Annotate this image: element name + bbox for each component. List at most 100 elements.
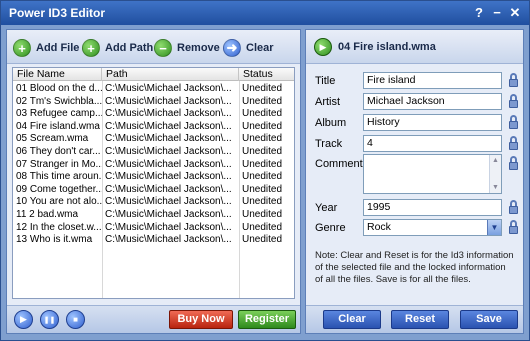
- file-name-cell: 05 Scream.wma: [16, 133, 89, 145]
- table-row[interactable]: 04 Fire island.wma C:\Music\Michael Jacks…: [13, 121, 294, 133]
- table-row[interactable]: 11 2 bad.wma C:\Music\Michael Jackson\...…: [13, 209, 294, 221]
- stop-button[interactable]: ■: [66, 310, 85, 329]
- help-button[interactable]: ?: [471, 4, 487, 21]
- table-row[interactable]: 10 You are not alo... C:\Music\Michael Ja…: [13, 196, 294, 208]
- buy-now-button[interactable]: Buy Now: [169, 310, 233, 329]
- arrow-right-circle-icon: ➜: [223, 39, 241, 57]
- file-name-cell: 12 In the closet.w...: [16, 221, 102, 233]
- lock-icon[interactable]: [509, 220, 518, 234]
- year-label: Year: [315, 202, 338, 214]
- reset-button[interactable]: Reset: [391, 310, 449, 329]
- path-cell: C:\Music\Michael Jackson\...: [105, 196, 232, 208]
- status-cell: Unedited: [242, 146, 283, 157]
- path-cell: C:\Music\Michael Jackson\...: [105, 234, 232, 246]
- comments-scrollbar[interactable]: ▲ ▼: [489, 155, 501, 193]
- register-button[interactable]: Register: [238, 310, 296, 329]
- file-table[interactable]: File Name Path Status 01 Blood on the d.…: [12, 67, 295, 299]
- status-cell: Unedited: [242, 120, 283, 132]
- editor-header: ▶ 04 Fire island.wma: [306, 30, 523, 64]
- file-name-cell: 08 This time aroun...: [16, 171, 102, 183]
- add-path-button[interactable]: + Add Path: [82, 38, 153, 58]
- status-cell: Unedited: [242, 95, 283, 107]
- chevron-down-icon[interactable]: ▼: [487, 220, 501, 235]
- title-bar[interactable]: Power ID3 Editor ? − ✕: [1, 1, 529, 25]
- path-cell: C:\Music\Michael Jackson\...: [105, 146, 232, 157]
- comments-field[interactable]: ▲ ▼: [363, 154, 502, 194]
- scroll-up-icon[interactable]: ▲: [490, 155, 501, 166]
- table-row[interactable]: 12 In the closet.w... C:\Music\Michael Ja…: [13, 222, 294, 234]
- file-name-cell: 10 You are not alo...: [16, 196, 102, 208]
- status-cell: Unedited: [242, 234, 283, 246]
- clear-tag-button[interactable]: Clear: [323, 310, 381, 329]
- save-button[interactable]: Save: [460, 310, 518, 329]
- album-field[interactable]: History: [363, 114, 502, 131]
- table-row[interactable]: 08 This time aroun... C:\Music\Michael Ja…: [13, 171, 294, 183]
- lock-icon[interactable]: [509, 136, 518, 150]
- status-cell: Unedited: [242, 221, 283, 233]
- scroll-down-icon[interactable]: ▼: [490, 182, 501, 193]
- play-button[interactable]: ▶: [14, 310, 33, 329]
- lock-icon[interactable]: [509, 73, 518, 87]
- remove-button[interactable]: − Remove: [154, 38, 220, 58]
- path-cell: C:\Music\Michael Jackson\...: [105, 108, 232, 120]
- close-button[interactable]: ✕: [507, 4, 523, 21]
- status-cell: Unedited: [242, 108, 283, 120]
- comments-label: Comments: [315, 158, 369, 170]
- status-cell: Unedited: [242, 133, 283, 145]
- title-field[interactable]: Fire island: [363, 72, 502, 89]
- add-path-label: Add Path: [105, 42, 154, 54]
- file-name-cell: 02 Tm's Swichbla...: [16, 95, 102, 107]
- minimize-button[interactable]: −: [489, 4, 505, 21]
- note-text: Note: Clear and Reset is for the Id3 inf…: [315, 250, 514, 285]
- file-name-cell: 03 Refugee camp...: [16, 108, 102, 120]
- genre-label: Genre: [315, 222, 346, 234]
- table-row[interactable]: 06 They don't car... C:\Music\Michael Jac…: [13, 146, 294, 158]
- genre-select[interactable]: Rock ▼: [363, 219, 502, 236]
- path-cell: C:\Music\Michael Jackson\...: [105, 183, 232, 195]
- album-label: Album: [315, 117, 347, 129]
- play-icon[interactable]: ▶: [314, 38, 332, 56]
- table-row[interactable]: 01 Blood on the d... C:\Music\Michael Jac…: [13, 83, 294, 95]
- plus-circle-icon: +: [13, 39, 31, 57]
- track-field[interactable]: 4: [363, 135, 502, 152]
- column-header-status[interactable]: Status: [239, 68, 294, 81]
- status-cell: Unedited: [242, 83, 283, 94]
- path-cell: C:\Music\Michael Jackson\...: [105, 133, 232, 145]
- stop-icon: ■: [73, 315, 78, 324]
- table-row[interactable]: 09 Come together.... C:\Music\Michael Jac…: [13, 184, 294, 196]
- lock-icon[interactable]: [509, 115, 518, 129]
- column-header-path[interactable]: Path: [102, 68, 239, 81]
- file-name-cell: 09 Come together....: [16, 183, 102, 195]
- lock-icon[interactable]: [509, 156, 518, 170]
- path-cell: C:\Music\Michael Jackson\...: [105, 209, 232, 220]
- add-file-label: Add File: [36, 42, 80, 54]
- add-file-button[interactable]: + Add File: [13, 38, 79, 58]
- artist-field[interactable]: Michael Jackson: [363, 93, 502, 110]
- clear-button[interactable]: ➜ Clear: [223, 38, 274, 58]
- minus-circle-icon: −: [154, 39, 172, 57]
- lock-icon[interactable]: [509, 200, 518, 214]
- year-field[interactable]: 1995: [363, 199, 502, 216]
- app-window: Power ID3 Editor ? − ✕ + Add File + Add …: [0, 0, 530, 341]
- file-name-cell: 01 Blood on the d...: [16, 83, 102, 94]
- status-cell: Unedited: [242, 171, 283, 183]
- genre-value: Rock: [367, 221, 391, 233]
- path-cell: C:\Music\Michael Jackson\...: [105, 221, 232, 233]
- title-label: Title: [315, 75, 336, 87]
- toolbar: + Add File + Add Path − Remove ➜ Clear: [7, 30, 300, 64]
- artist-label: Artist: [315, 96, 341, 108]
- column-header-file-name[interactable]: File Name: [13, 68, 102, 81]
- path-cell: C:\Music\Michael Jackson\...: [105, 95, 232, 107]
- pause-button[interactable]: ❚❚: [40, 310, 59, 329]
- file-name-cell: 13 Who is it.wma: [16, 234, 93, 246]
- table-row[interactable]: 03 Refugee camp... C:\Music\Michael Jacks…: [13, 108, 294, 120]
- folder-plus-icon: +: [82, 39, 100, 57]
- table-row[interactable]: 02 Tm's Swichbla... C:\Music\Michael Jack…: [13, 96, 294, 108]
- remove-label: Remove: [177, 42, 220, 54]
- table-row[interactable]: 05 Scream.wma C:\Music\Michael Jackson\..…: [13, 133, 294, 145]
- lock-icon[interactable]: [509, 94, 518, 108]
- status-cell: Unedited: [242, 209, 283, 220]
- table-header: File Name Path Status: [13, 68, 294, 81]
- table-row[interactable]: 13 Who is it.wma C:\Music\Michael Jackson…: [13, 234, 294, 246]
- table-row[interactable]: 07 Stranger in Mo... C:\Music\Michael Jac…: [13, 159, 294, 171]
